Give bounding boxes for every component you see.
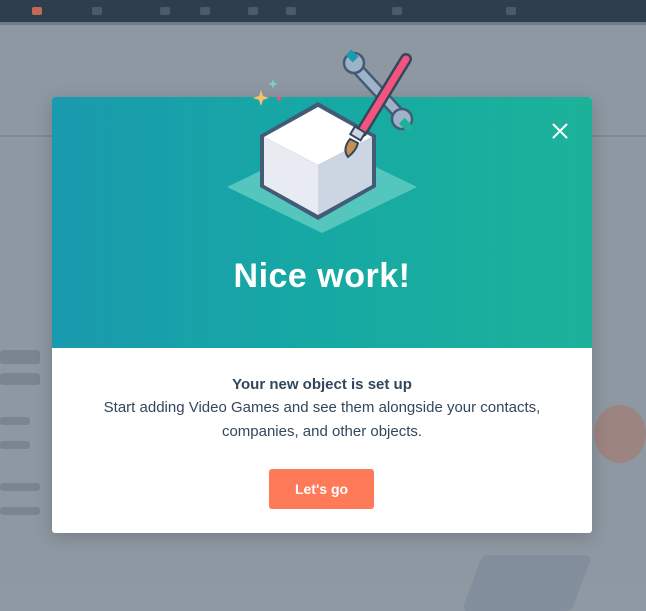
modal-heading: Nice work! xyxy=(233,257,411,295)
sparkle-icon xyxy=(253,79,283,106)
background-text xyxy=(0,441,30,449)
background-topbar xyxy=(0,0,646,22)
background-avatar xyxy=(594,405,646,463)
background-nav-item xyxy=(160,7,170,15)
background-logo xyxy=(32,7,42,15)
background-text xyxy=(0,350,40,364)
lets-go-button[interactable]: Let's go xyxy=(269,469,374,509)
background-text xyxy=(0,417,30,425)
background-nav-item xyxy=(248,7,258,15)
background-text xyxy=(0,483,40,491)
background-text xyxy=(0,373,40,385)
background-nav-item xyxy=(200,7,210,15)
close-button[interactable] xyxy=(548,119,572,143)
background-illustration xyxy=(461,555,593,611)
close-icon xyxy=(552,123,568,139)
cube-illustration xyxy=(227,49,417,233)
background-text xyxy=(0,507,40,515)
background-nav-item xyxy=(286,7,296,15)
modal-title: Your new object is set up xyxy=(232,376,412,393)
modal-description: Start adding Video Games and see them al… xyxy=(103,399,541,440)
background-nav-item xyxy=(506,7,516,15)
background-nav-item xyxy=(92,7,102,15)
success-modal: Nice work! Your new object is set up Sta… xyxy=(52,49,592,533)
background-nav-item xyxy=(392,7,402,15)
